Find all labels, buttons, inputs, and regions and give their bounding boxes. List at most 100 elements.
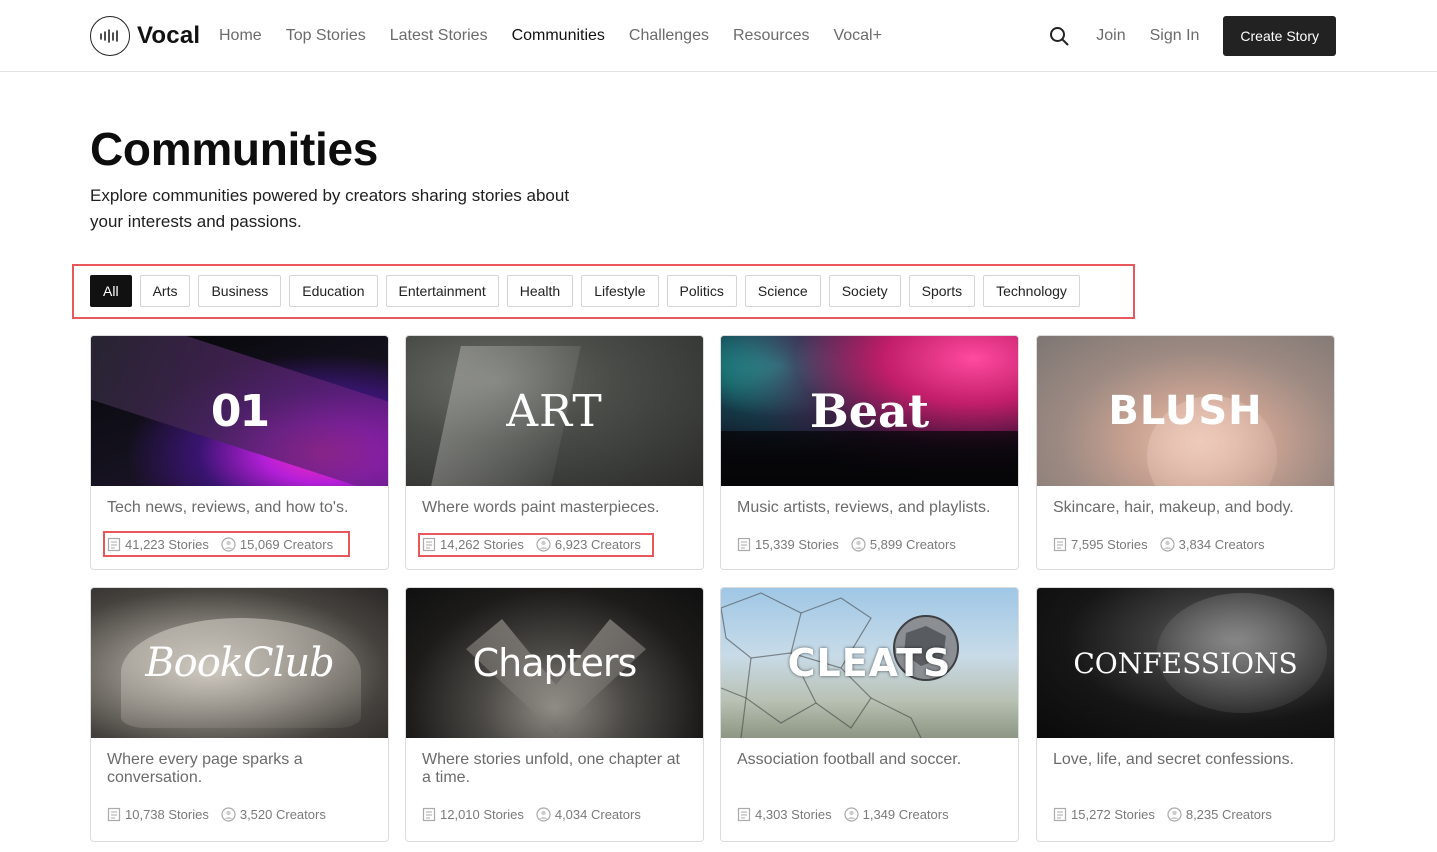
stories-count: 12,010 Stories [422, 807, 524, 822]
stories-count: 15,339 Stories [737, 537, 839, 552]
creators-count: 1,349 Creators [844, 807, 949, 822]
community-cover-image: ART [406, 336, 703, 486]
document-icon [107, 807, 121, 822]
filter-health[interactable]: Health [506, 275, 574, 307]
creators-label: 5,899 Creators [869, 537, 956, 552]
community-description: Where every page sparks a conversation. [107, 751, 303, 786]
community-card-confessions[interactable]: CONFESSIONS Love, life, and secret confe… [1036, 587, 1335, 842]
community-description: Tech news, reviews, and how to's. [107, 499, 349, 516]
community-cover-image: BookClub [91, 588, 388, 738]
filter-lifestyle[interactable]: Lifestyle [581, 275, 659, 307]
document-icon [737, 537, 751, 552]
community-card-chapters[interactable]: Chapters Where stories unfold, one chapt… [405, 587, 704, 842]
site-header: Vocal Home Top Stories Latest Stories Co… [0, 0, 1437, 72]
stories-count: 15,272 Stories [1053, 807, 1155, 822]
filter-all[interactable]: All [90, 275, 132, 307]
community-cover-image: BLUSH [1037, 336, 1334, 486]
community-cover-image: CLEATS [721, 588, 1018, 738]
creators-count: 3,834 Creators [1160, 537, 1265, 552]
community-card-beat[interactable]: Beat Music artists, reviews, and playlis… [720, 335, 1019, 570]
community-description: Love, life, and secret confessions. [1053, 751, 1295, 768]
nav-vocal-plus[interactable]: Vocal+ [833, 27, 881, 45]
community-cover-image: 01 [91, 336, 388, 486]
user-icon [851, 537, 866, 552]
page-title: Communities [90, 123, 379, 175]
vocal-logo[interactable]: Vocal [90, 16, 200, 56]
stories-count: 4,303 Stories [737, 807, 832, 822]
stories-label: 10,738 Stories [125, 807, 209, 822]
page-description: Explore communities powered by creators … [90, 186, 570, 231]
filter-technology[interactable]: Technology [983, 275, 1080, 307]
stories-label: 7,595 Stories [1071, 537, 1148, 552]
filter-arts[interactable]: Arts [139, 275, 191, 307]
community-cover-image: Beat [721, 336, 1018, 486]
creators-count: 5,899 Creators [851, 537, 956, 552]
community-cover-image: CONFESSIONS [1037, 588, 1334, 738]
creators-label: 4,034 Creators [554, 807, 641, 822]
community-description: Skincare, hair, makeup, and body. [1053, 499, 1294, 516]
header-actions: Join Sign In Create Story [1048, 16, 1336, 56]
community-logo: BLUSH [1108, 388, 1263, 434]
community-stats: 15,339 Stories 5,899 Creators [737, 537, 968, 552]
stories-count: 10,738 Stories [107, 807, 209, 822]
community-stats: 15,272 Stories 8,235 Creators [1053, 807, 1284, 822]
logo-mark-icon [90, 16, 130, 56]
user-icon [536, 807, 551, 822]
user-icon [221, 807, 236, 822]
community-description: Where stories unfold, one chapter at a t… [422, 751, 680, 786]
create-story-button[interactable]: Create Story [1223, 16, 1336, 56]
community-logo: CONFESSIONS [1073, 646, 1298, 680]
filter-society[interactable]: Society [828, 275, 901, 307]
category-filters: All Arts Business Education Entertainmen… [90, 275, 1088, 307]
crowd-silhouette [721, 431, 1018, 486]
creators-count: 8,235 Creators [1167, 807, 1272, 822]
community-stats: 4,303 Stories 1,349 Creators [737, 807, 961, 822]
document-icon [1053, 537, 1067, 552]
community-stats: 10,738 Stories 3,520 Creators [107, 807, 338, 822]
nav-latest-stories[interactable]: Latest Stories [390, 27, 488, 45]
search-icon[interactable] [1048, 25, 1070, 47]
nav-challenges[interactable]: Challenges [629, 27, 709, 45]
creators-count: 3,520 Creators [221, 807, 326, 822]
community-card-cleats[interactable]: CLEATS Association football and soccer. … [720, 587, 1019, 842]
community-logo: BookClub [145, 640, 335, 686]
filter-business[interactable]: Business [198, 275, 282, 307]
filter-science[interactable]: Science [744, 275, 821, 307]
filter-entertainment[interactable]: Entertainment [385, 275, 499, 307]
community-logo: Beat [809, 384, 930, 438]
community-stats: 7,595 Stories 3,834 Creators [1053, 537, 1277, 552]
community-stats: 12,010 Stories 4,034 Creators [422, 807, 653, 822]
creators-count: 4,034 Creators [536, 807, 641, 822]
user-icon [844, 807, 859, 822]
community-logo: Chapters [472, 641, 638, 685]
community-card-bookclub[interactable]: BookClub Where every page sparks a conve… [90, 587, 389, 842]
stories-label: 12,010 Stories [440, 807, 524, 822]
creators-label: 1,349 Creators [862, 807, 949, 822]
community-logo: ART [506, 385, 603, 437]
stories-label: 15,339 Stories [755, 537, 839, 552]
document-icon [422, 807, 436, 822]
community-description: Association football and soccer. [737, 751, 962, 768]
stories-label: 4,303 Stories [755, 807, 832, 822]
filter-sports[interactable]: Sports [908, 275, 976, 307]
filter-politics[interactable]: Politics [666, 275, 737, 307]
community-description: Music artists, reviews, and playlists. [737, 499, 991, 516]
nav-communities[interactable]: Communities [512, 27, 605, 45]
nav-resources[interactable]: Resources [733, 27, 809, 45]
nav-home[interactable]: Home [219, 27, 262, 45]
creators-label: 8,235 Creators [1185, 807, 1272, 822]
stats-highlight-2 [418, 533, 654, 557]
creators-label: 3,834 Creators [1178, 537, 1265, 552]
sign-in-link[interactable]: Sign In [1150, 27, 1200, 45]
main-nav: Home Top Stories Latest Stories Communit… [219, 0, 906, 72]
community-cover-image: Chapters [406, 588, 703, 738]
stats-highlight-1 [103, 531, 350, 557]
community-logo: 01 [210, 385, 270, 437]
join-link[interactable]: Join [1096, 27, 1125, 45]
community-description: Where words paint masterpieces. [422, 499, 660, 516]
user-icon [1160, 537, 1175, 552]
filter-education[interactable]: Education [289, 275, 378, 307]
community-card-blush[interactable]: BLUSH Skincare, hair, makeup, and body. … [1036, 335, 1335, 570]
nav-top-stories[interactable]: Top Stories [286, 27, 366, 45]
community-logo: CLEATS [787, 641, 952, 685]
